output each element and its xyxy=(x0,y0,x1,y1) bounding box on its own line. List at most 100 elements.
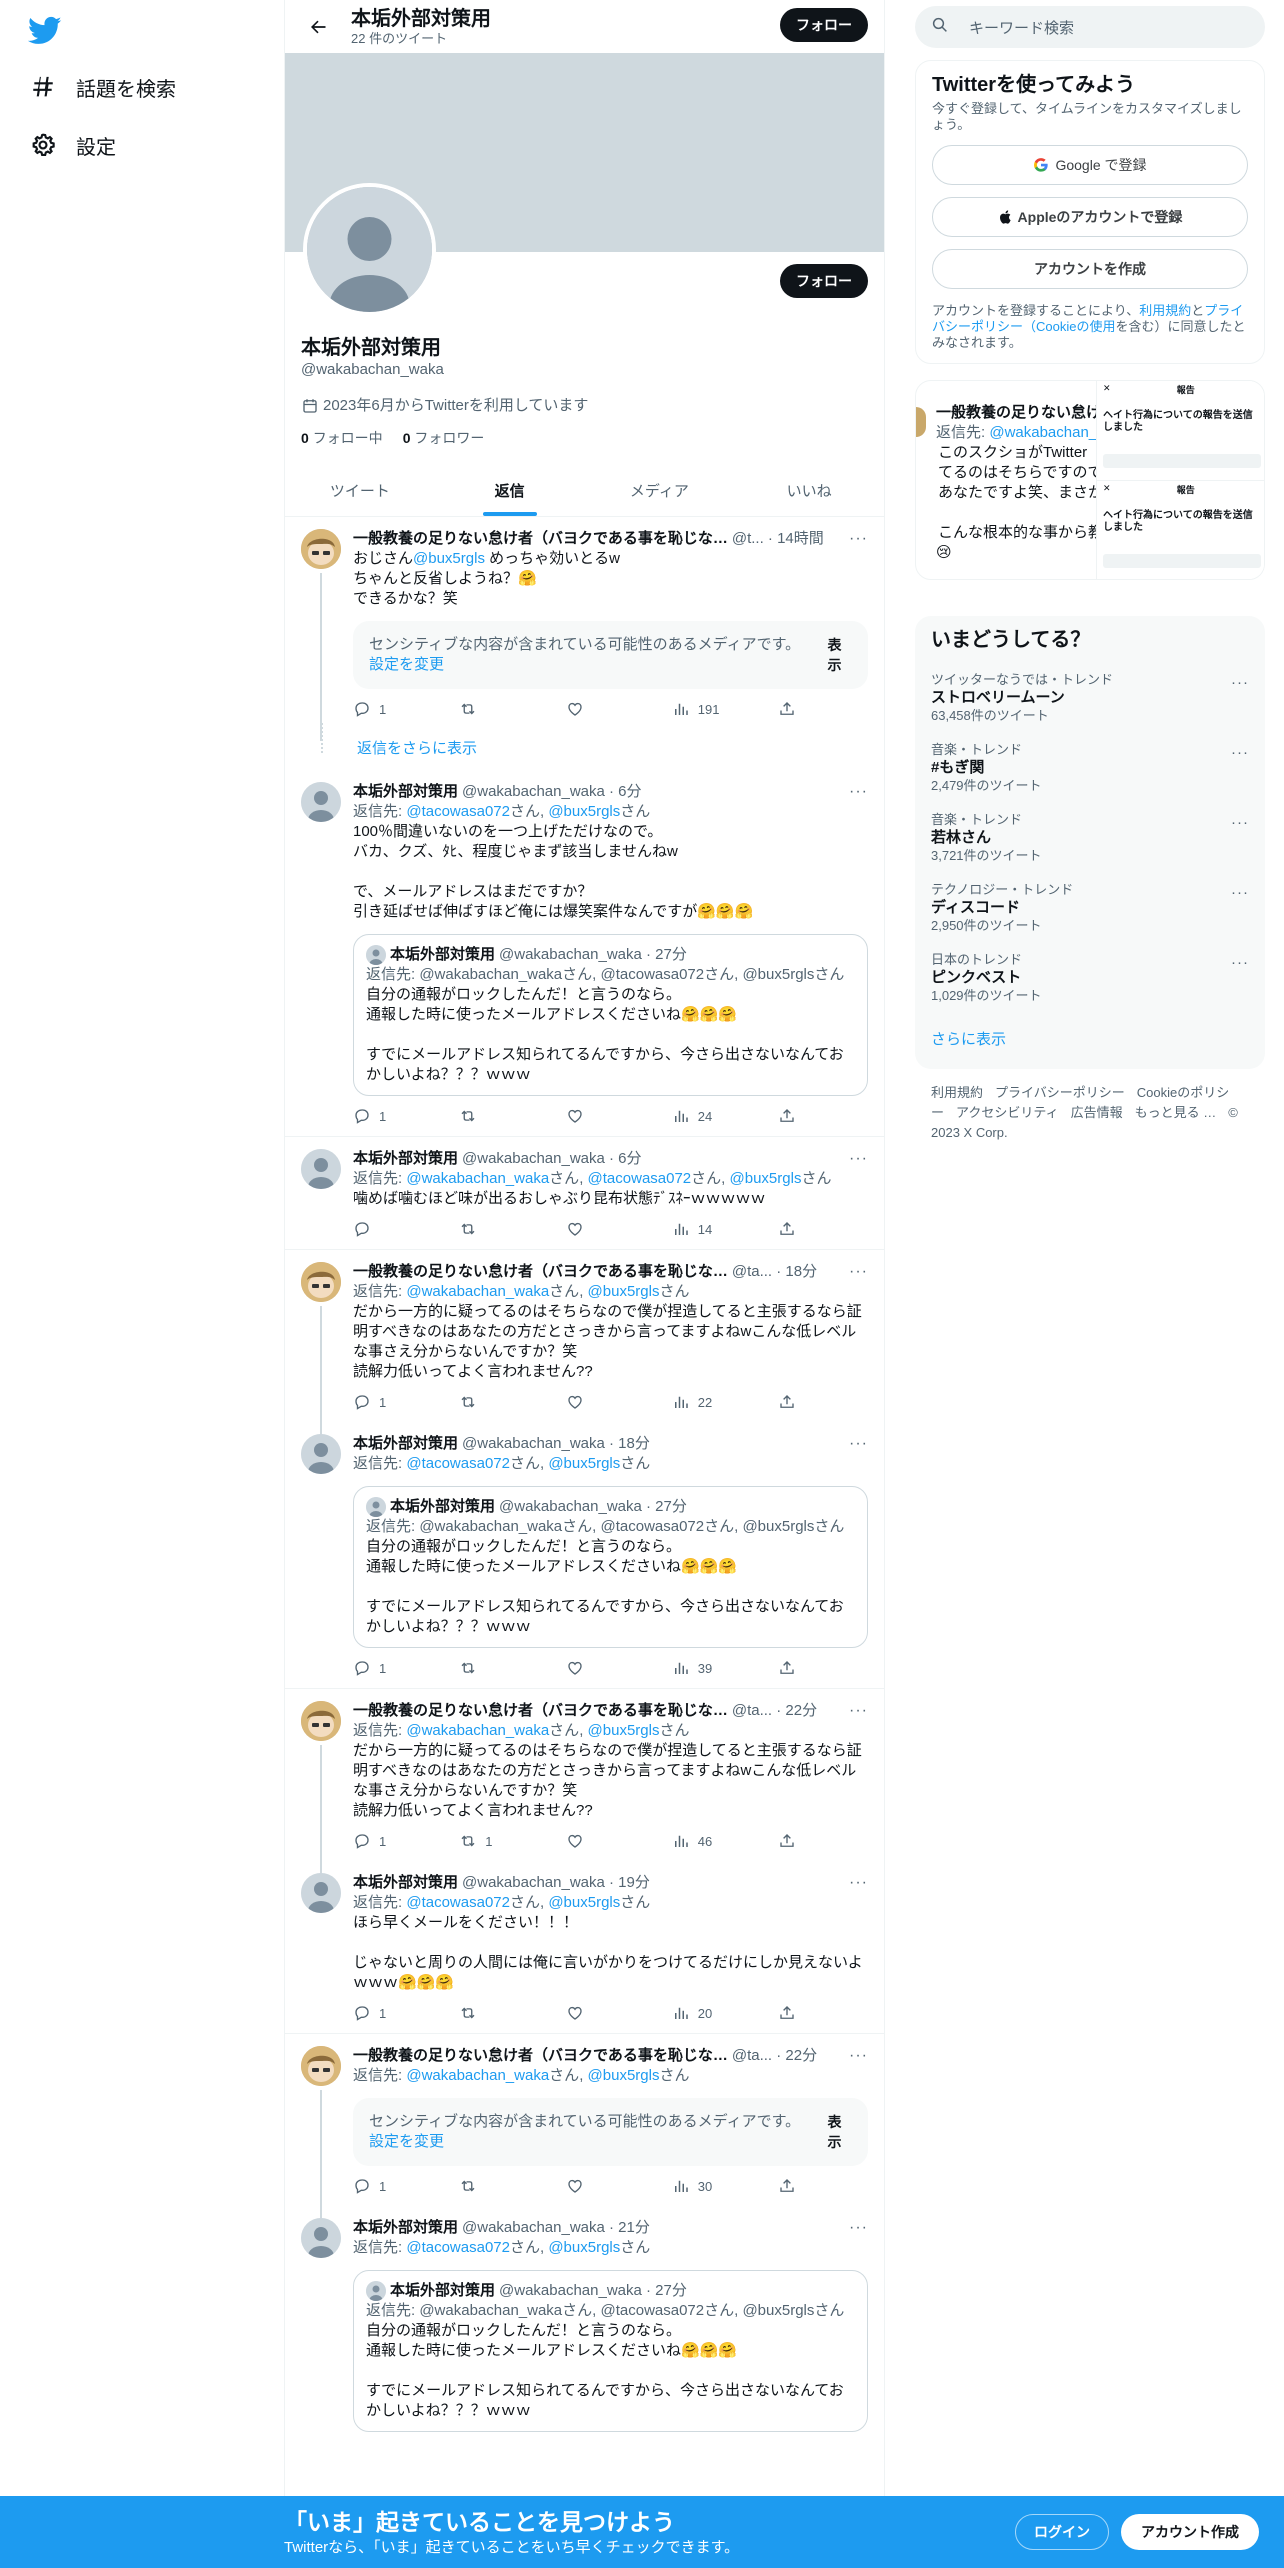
more-icon[interactable]: ··· xyxy=(1231,674,1249,691)
tweet[interactable]: 本垢外部対策用 @wakabachan_waka · 21分 ··· 返信先: @ta… xyxy=(285,2206,884,2432)
terms-link[interactable]: 利用規約 xyxy=(1139,303,1191,318)
change-settings-link[interactable]: 設定を変更 xyxy=(369,2133,444,2150)
mention-link[interactable]: @bux5rgls xyxy=(413,550,485,567)
reply-button[interactable]: 1 xyxy=(353,1107,459,1125)
share-button[interactable] xyxy=(778,2177,804,2195)
author-name[interactable]: 本垢外部対策用 xyxy=(353,1149,458,1169)
trend-item[interactable]: ツイッターなうでは・トレンド ストロベリームーン 63,458件のツイート ··· xyxy=(915,664,1265,734)
mention-link[interactable]: @bux5rgls xyxy=(548,1894,620,1911)
mention-link[interactable]: @wakabachan_waka xyxy=(406,1283,549,1300)
views-button[interactable]: 14 xyxy=(672,1220,778,1238)
reply-button[interactable]: 1 xyxy=(353,2004,459,2022)
apple-signup-button[interactable]: Appleのアカウントで登録 xyxy=(932,197,1248,237)
footer-link[interactable]: アクセシビリティ xyxy=(956,1105,1059,1120)
footer-link[interactable]: 利用規約 xyxy=(931,1085,983,1100)
create-account-button[interactable]: アカウントを作成 xyxy=(932,249,1248,289)
views-button[interactable]: 24 xyxy=(672,1107,778,1125)
like-button[interactable] xyxy=(566,2004,672,2022)
reply-button[interactable]: 1 xyxy=(353,2177,459,2195)
followers-stat[interactable]: 0 フォロワー xyxy=(403,428,485,448)
share-button[interactable] xyxy=(778,1832,804,1850)
share-button[interactable] xyxy=(778,1659,804,1677)
views-button[interactable]: 20 xyxy=(672,2004,778,2022)
more-icon[interactable]: ··· xyxy=(841,1149,868,1169)
back-arrow-icon[interactable] xyxy=(301,10,335,44)
tab-tweets[interactable]: ツイート xyxy=(285,464,435,516)
avatar[interactable] xyxy=(301,1873,341,1913)
views-button[interactable]: 191 xyxy=(672,700,778,718)
more-icon[interactable]: ··· xyxy=(841,1873,868,1893)
google-signup-button[interactable]: Google で登録 xyxy=(932,145,1248,185)
mention-link[interactable]: @wakabachan_waka xyxy=(406,1170,549,1187)
more-icon[interactable]: ··· xyxy=(1231,954,1249,971)
more-icon[interactable]: ··· xyxy=(1231,814,1249,831)
profile-avatar[interactable] xyxy=(303,183,436,316)
media-preview-card[interactable]: 一般教養の足りない怠け 返信先: @wakabachan_w このスクショがTw… xyxy=(915,380,1265,580)
reply-button[interactable] xyxy=(353,1220,459,1238)
trend-item[interactable]: 日本のトレンド ピンクベスト 1,029件のツイート ··· xyxy=(915,944,1265,1014)
show-media-button[interactable]: 表示 xyxy=(812,635,852,675)
author-name[interactable]: 一般教養の足りない怠け者（バヨクである事を恥じな… xyxy=(353,2046,728,2066)
mention-link[interactable]: @wakabachan_waka xyxy=(406,2067,549,2084)
views-button[interactable]: 46 xyxy=(672,1832,778,1850)
following-stat[interactable]: 0 フォロー中 xyxy=(301,428,383,448)
footer-link[interactable]: 広告情報 xyxy=(1071,1105,1123,1120)
mention-link[interactable]: @wakabachan_waka xyxy=(406,1722,549,1739)
tweet[interactable]: 本垢外部対策用 @wakabachan_waka · 6分 ··· 返信先: @tac… xyxy=(285,770,884,1137)
avatar[interactable] xyxy=(301,2046,341,2086)
like-button[interactable] xyxy=(566,700,672,718)
reply-button[interactable]: 1 xyxy=(353,1393,459,1411)
avatar[interactable] xyxy=(301,782,341,822)
mention-link[interactable]: @tacowasa072 xyxy=(406,1894,510,1911)
more-icon[interactable]: ··· xyxy=(841,529,868,549)
trend-item[interactable]: テクノロジー・トレンド ディスコード 2,950件のツイート ··· xyxy=(915,874,1265,944)
more-icon[interactable]: ··· xyxy=(841,1701,868,1721)
tweet[interactable]: 一般教養の足りない怠け者（バヨクである事を恥じな… @ta... · 22分 ···… xyxy=(285,2034,884,2218)
show-more-replies-link[interactable]: 返信をさらに表示 xyxy=(285,723,884,770)
nav-explore[interactable]: 話題を検索 xyxy=(28,67,176,107)
author-name[interactable]: 本垢外部対策用 xyxy=(353,1434,458,1454)
quote-tweet[interactable]: 本垢外部対策用 @wakabachan_waka · 27分 返信先: @wakab… xyxy=(353,1486,868,1648)
views-button[interactable]: 30 xyxy=(672,2177,778,2195)
tab-media[interactable]: メディア xyxy=(585,464,735,516)
reply-button[interactable]: 1 xyxy=(353,1659,459,1677)
tweet[interactable]: 一般教養の足りない怠け者（バヨクである事を恥じな… @t... · 14時間 ···… xyxy=(285,517,884,741)
more-icon[interactable]: ··· xyxy=(841,2218,868,2238)
search-box[interactable]: キーワード検索 xyxy=(915,6,1265,48)
header-follow-button[interactable]: フォロー xyxy=(780,8,868,42)
retweet-button[interactable] xyxy=(459,2004,565,2022)
more-icon[interactable]: ··· xyxy=(1231,744,1249,761)
retweet-button[interactable] xyxy=(459,1107,565,1125)
mention-link[interactable]: @tacowasa072 xyxy=(406,803,510,820)
avatar[interactable] xyxy=(301,529,341,569)
share-button[interactable] xyxy=(778,700,804,718)
retweet-button[interactable] xyxy=(459,1393,565,1411)
retweet-button[interactable] xyxy=(459,1220,565,1238)
like-button[interactable] xyxy=(566,1107,672,1125)
like-button[interactable] xyxy=(566,2177,672,2195)
like-button[interactable] xyxy=(566,1832,672,1850)
views-button[interactable]: 39 xyxy=(672,1659,778,1677)
mention-link[interactable]: @bux5rgls xyxy=(730,1170,802,1187)
share-button[interactable] xyxy=(778,1393,804,1411)
more-icon[interactable]: ··· xyxy=(841,1262,868,1282)
tweet[interactable]: 一般教養の足りない怠け者（バヨクである事を恥じな… @ta... · 22分 ···… xyxy=(285,1689,884,1873)
quote-tweet[interactable]: 本垢外部対策用 @wakabachan_waka · 27分 返信先: @wakab… xyxy=(353,2270,868,2432)
footer-link[interactable]: もっと見る … xyxy=(1135,1105,1217,1120)
twitter-logo-icon[interactable] xyxy=(27,12,62,46)
more-icon[interactable]: ··· xyxy=(1231,884,1249,901)
mention-link[interactable]: @bux5rgls xyxy=(588,2067,660,2084)
signup-button[interactable]: アカウント作成 xyxy=(1121,2514,1259,2550)
more-icon[interactable]: ··· xyxy=(841,1434,868,1454)
retweet-button[interactable] xyxy=(459,700,565,718)
like-button[interactable] xyxy=(566,1659,672,1677)
retweet-button[interactable] xyxy=(459,1659,565,1677)
author-name[interactable]: 一般教養の足りない怠け者（バヨクである事を恥じな… xyxy=(353,1701,728,1721)
avatar[interactable] xyxy=(301,1149,341,1189)
share-button[interactable] xyxy=(778,1107,804,1125)
like-button[interactable] xyxy=(566,1393,672,1411)
avatar[interactable] xyxy=(301,1701,341,1741)
more-icon[interactable]: ··· xyxy=(841,2046,868,2066)
avatar[interactable] xyxy=(301,2218,341,2258)
reply-button[interactable]: 1 xyxy=(353,1832,459,1850)
